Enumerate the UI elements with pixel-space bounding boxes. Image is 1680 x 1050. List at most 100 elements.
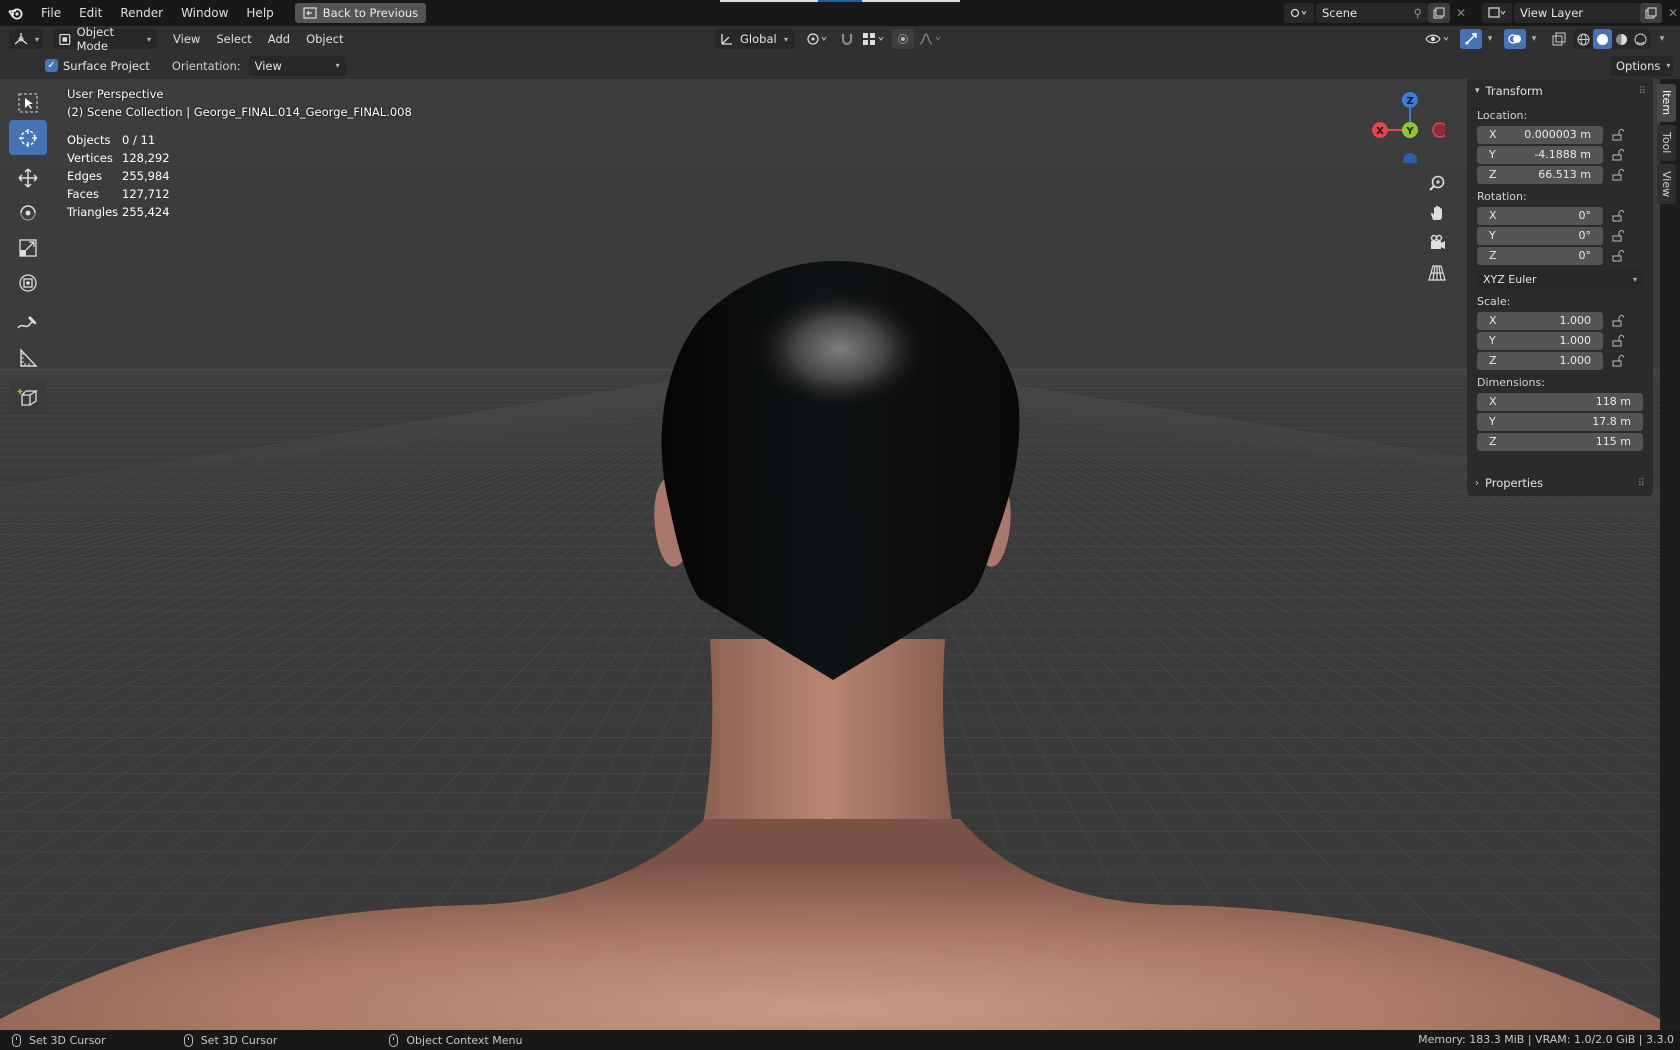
overlays-toggle-icon[interactable]	[1504, 29, 1526, 49]
options-dropdown[interactable]: Options ▾	[1610, 55, 1673, 76]
tab-item[interactable]: Item	[1657, 84, 1676, 122]
pin-icon[interactable]: ⚲	[1414, 6, 1422, 20]
header-menu-view[interactable]: View	[165, 32, 208, 46]
lock-icon[interactable]	[1603, 354, 1633, 367]
properties-panel-header[interactable]: › Properties ⠿	[1467, 471, 1653, 495]
lock-icon[interactable]	[1603, 249, 1633, 262]
zoom-icon[interactable]	[1423, 169, 1451, 197]
stat-row-objects: Objects 0 / 11	[67, 131, 170, 149]
axis-label: X	[1489, 395, 1497, 408]
cursor-tool-icon[interactable]	[9, 120, 47, 155]
scene-browse-icon[interactable]	[1284, 3, 1314, 23]
field-value: 1.000	[1559, 334, 1592, 347]
dimensions-y-field[interactable]: Y 17.8 m	[1477, 412, 1643, 431]
axis-label: X	[1489, 128, 1497, 141]
transform-panel-header[interactable]: ▾ Transform ⠿	[1467, 79, 1653, 103]
solid-shading-icon[interactable]	[1593, 29, 1612, 49]
rotation-z-field[interactable]: Z 0°	[1477, 246, 1603, 265]
3d-viewport[interactable]: User Perspective (2) Scene Collection | …	[0, 79, 1660, 1030]
lock-icon[interactable]	[1603, 209, 1633, 222]
annotate-tool-icon[interactable]	[9, 305, 47, 340]
sidebar-item-panel: ▾ Transform ⠿ Location: X 0.000003 m Y -4.…	[1467, 79, 1653, 496]
new-scene-icon[interactable]	[1428, 3, 1450, 23]
gizmo-dropdown-icon[interactable]: ▾	[1482, 29, 1498, 49]
tab-tool[interactable]: Tool	[1657, 125, 1676, 161]
field-value: -4.1888 m	[1534, 148, 1591, 161]
scale-tool-icon[interactable]	[9, 230, 47, 265]
pivot-point-icon[interactable]	[802, 29, 834, 49]
snap-toggle-icon[interactable]	[836, 29, 858, 49]
move-tool-icon[interactable]	[9, 160, 47, 195]
drag-handle-icon[interactable]: ⠿	[1639, 86, 1646, 97]
rotate-tool-icon[interactable]	[9, 195, 47, 230]
menu-window[interactable]: Window	[172, 2, 237, 24]
header-menu-add[interactable]: Add	[260, 32, 298, 46]
mode-dropdown[interactable]: Object Mode ▾	[53, 25, 158, 53]
header-menu-select[interactable]: Select	[208, 32, 259, 46]
gizmo-neg-x-axis[interactable]	[1432, 122, 1445, 138]
orientation-dropdown[interactable]: View ▾	[248, 55, 346, 76]
gizmo-toggle-icon[interactable]	[1460, 29, 1482, 49]
material-preview-icon[interactable]	[1612, 29, 1631, 49]
transform-title: Transform	[1485, 84, 1543, 98]
new-view-layer-icon[interactable]	[1640, 3, 1662, 23]
object-mode-icon	[59, 33, 71, 45]
view-layer-browse-icon[interactable]	[1482, 3, 1512, 23]
editor-type-dropdown[interactable]: ▾	[9, 29, 44, 49]
camera-view-icon[interactable]	[1423, 229, 1451, 257]
lock-icon[interactable]	[1603, 128, 1633, 141]
perspective-toggle-icon[interactable]	[1423, 259, 1451, 287]
delete-scene-icon[interactable]: ✕	[1450, 3, 1472, 23]
add-cube-tool-icon[interactable]	[9, 380, 47, 415]
rotation-y-field[interactable]: Y 0°	[1477, 226, 1603, 245]
proportional-falloff-icon[interactable]	[916, 29, 946, 49]
view-layer-field[interactable]: View Layer	[1514, 3, 1640, 23]
select-box-tool-icon[interactable]	[9, 85, 47, 120]
menu-edit[interactable]: Edit	[70, 2, 111, 24]
scale-x-field[interactable]: X 1.000	[1477, 311, 1603, 330]
menu-help[interactable]: Help	[237, 2, 282, 24]
dimensions-z-field[interactable]: Z 115 m	[1477, 432, 1643, 451]
object-visibility-icon[interactable]	[1422, 29, 1454, 49]
proportional-editing-icon[interactable]	[892, 29, 914, 49]
surface-project-checkbox[interactable]: ✓	[45, 59, 58, 72]
scale-z-field[interactable]: Z 1.000	[1477, 351, 1603, 370]
sidebar-tabs: Item Tool View	[1657, 84, 1678, 207]
location-x-field[interactable]: X 0.000003 m	[1477, 125, 1603, 144]
wireframe-shading-icon[interactable]	[1574, 29, 1593, 49]
back-to-previous-button[interactable]: Back to Previous	[294, 3, 427, 23]
menu-file[interactable]: File	[32, 2, 70, 24]
rotation-mode-dropdown[interactable]: XYZ Euler ▾	[1477, 270, 1643, 289]
navigation-gizmo[interactable]: Z X Y	[1365, 83, 1445, 163]
scale-y-field[interactable]: Y 1.000	[1477, 331, 1603, 350]
rotation-x-field[interactable]: X 0°	[1477, 206, 1603, 225]
lock-icon[interactable]	[1603, 314, 1633, 327]
xray-toggle-icon[interactable]	[1548, 29, 1570, 49]
blender-logo-icon[interactable]	[0, 0, 32, 26]
rendered-shading-icon[interactable]	[1631, 29, 1650, 49]
gizmo-neg-z-axis[interactable]	[1403, 153, 1417, 163]
menu-render[interactable]: Render	[111, 2, 172, 24]
header-menu-object[interactable]: Object	[298, 32, 351, 46]
location-z-field[interactable]: Z 66.513 m	[1477, 165, 1603, 184]
lock-icon[interactable]	[1603, 168, 1633, 181]
snap-target-icon[interactable]	[858, 29, 890, 49]
location-y-field[interactable]: Y -4.1888 m	[1477, 145, 1603, 164]
overlays-dropdown-icon[interactable]: ▾	[1526, 29, 1542, 49]
shading-dropdown-icon[interactable]: ▾	[1654, 29, 1670, 49]
transform-orientation-dropdown[interactable]: Global ▾	[714, 29, 794, 49]
lock-icon[interactable]	[1603, 148, 1633, 161]
lock-icon[interactable]	[1603, 229, 1633, 242]
location-x-row: X 0.000003 m	[1467, 125, 1653, 144]
drag-handle-icon[interactable]: ⠿	[1638, 478, 1645, 489]
transform-tool-icon[interactable]	[9, 265, 47, 300]
stat-value: 255,984	[122, 169, 170, 183]
gizmo-y-label: Y	[1405, 126, 1414, 137]
scene-name-field[interactable]: Scene ⚲	[1316, 3, 1428, 23]
lock-icon[interactable]	[1603, 334, 1633, 347]
delete-view-layer-icon[interactable]: ✕	[1662, 3, 1680, 23]
measure-tool-icon[interactable]	[9, 340, 47, 375]
dimensions-x-field[interactable]: X 118 m	[1477, 392, 1643, 411]
pan-hand-icon[interactable]	[1423, 199, 1451, 227]
tab-view[interactable]: View	[1657, 164, 1676, 204]
